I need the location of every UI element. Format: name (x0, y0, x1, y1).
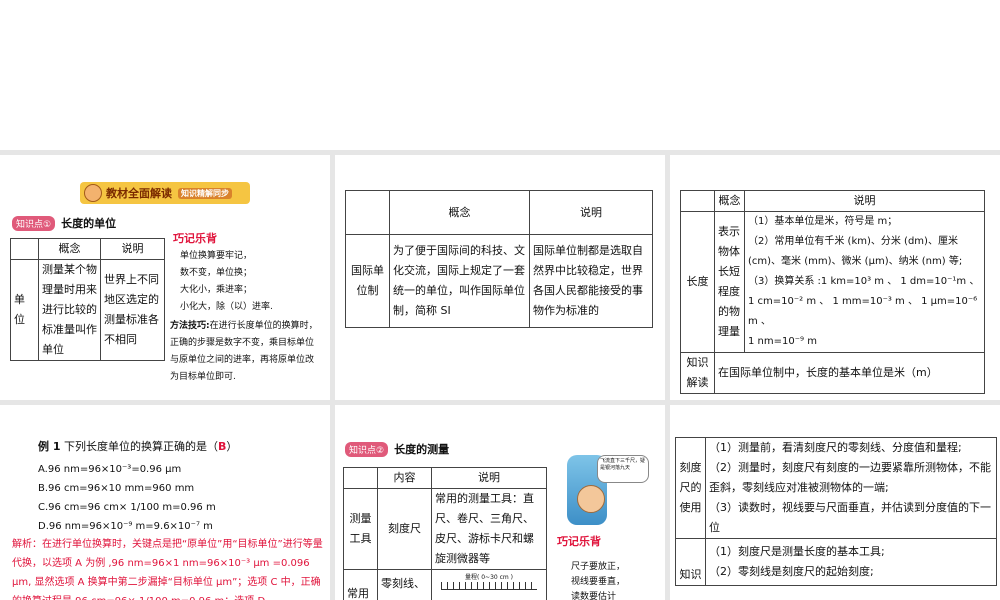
knowledge-line: （1）刻度尺是测量长度的基本工具; (709, 545, 885, 558)
table-header-desc: 说明 (431, 467, 547, 489)
analysis-text: 解析：在进行单位换算时，关键点是把“原单位”用“目标单位”进行等量代换，以选项 … (12, 539, 323, 600)
row-label: 测量工具 (343, 488, 378, 570)
concept-cell: 表示物体长短程度的物理量 (714, 211, 745, 353)
option-d: D.96 nm=96×10⁻⁹ m=9.6×10⁻⁷ m (38, 521, 213, 532)
mnemonic-line: 小化大，除（以）进率. (180, 302, 273, 312)
tool-desc-cell: 常用的测量工具：直尺、卷尺、三角尺、皮尺、游标卡尺和螺旋测微器等 (431, 488, 547, 570)
concept-cell: 测量某个物理量时用来进行比较的标准量叫作单位 (38, 259, 101, 361)
knowledge-line: （2）零刻线是刻度尺的起始刻度; (709, 565, 874, 578)
mnemonic-line: 尺子要放正， (571, 562, 626, 572)
row-label: 国际单位制 (345, 234, 390, 328)
row2-label: 知识 (675, 538, 706, 586)
units-table: 概念 说明 单位 测量某个物理量时用来进行比较的标准量叫作单位 世界上不同地区选… (10, 238, 165, 361)
mnemonic-title: 巧记乐背 (173, 232, 217, 245)
method-tip: 方法技巧:在进行长度单位的换算时，正确的步骤是数字不变，乘目标单位与原单位之间的… (170, 318, 322, 386)
measurement-table: 内容 说明 测量工具 刻度尺 常用的测量工具：直尺、卷尺、三角尺、皮尺、游标卡尺… (343, 467, 547, 600)
knowledge-point-tag: 知识点② (345, 442, 389, 457)
mnemonic-title: 巧记乐背 (557, 535, 601, 548)
banner-subtitle: 知识精解同步 (178, 187, 232, 199)
example-text: 下列长度单位的换算正确的是（ (63, 440, 218, 453)
mnemonic-line: 读数要估计 (571, 592, 617, 600)
usage-line: （2）测量时，刻度尺有刻度的一边要紧靠所测物体，不能歪斜，零刻线应对准被测物体的… (709, 461, 991, 494)
concept-cell: 为了便于国际间的科技、文化交流，国际上规定了一套统一的单位，叫作国际单位制，简称… (389, 234, 530, 328)
mnemonic-line: 单位换算要牢记， (180, 251, 253, 261)
desc-cell: 世界上不同地区选定的测量标准各不相同 (100, 259, 165, 361)
slide-length-measurement[interactable]: 知识点② 长度的测量 内容 说明 测量工具 刻度尺 常用的测量工具：直尺、卷尺、三… (335, 405, 665, 600)
table-corner (343, 467, 378, 489)
slide-si-units[interactable]: 概念 说明 国际单位制 为了便于国际间的科技、文化交流，国际上规定了一套统一的单… (335, 155, 665, 400)
section-banner: 教材全面解读 知识精解同步 (80, 182, 250, 204)
row-label: 单位 (10, 259, 39, 361)
tool-cell: 刻度尺 (377, 488, 432, 570)
example-close: ） (226, 440, 238, 453)
desc-line: 1 nm=10⁻⁹ m (748, 336, 817, 347)
option-c: C.96 cm=96 cm× 1/100 m=0.96 m (38, 502, 216, 513)
desc-line: （2）常用单位有千米 (km)、分米 (dm)、厘米 (cm)、毫米 (mm)、… (748, 236, 963, 267)
table-corner (345, 190, 390, 235)
example-question: 例 1 下列长度单位的换算正确的是（B） (38, 438, 237, 454)
table-header-content: 内容 (377, 467, 432, 489)
table-header-concept: 概念 (38, 238, 101, 260)
table-header-concept: 概念 (714, 190, 745, 212)
cartoon-avatar-icon (84, 184, 102, 202)
desc-line: 1 cm=10⁻² m 、 1 mm=10⁻³ m 、 1 μm=10⁻⁶ m … (748, 296, 978, 327)
example-label: 例 1 (38, 440, 61, 453)
option-list: A.96 nm=96×10⁻³=0.96 μm B.96 cm=96×10 mm… (38, 460, 216, 536)
slide-length-definition[interactable]: 概念 说明 长度 表示物体长短程度的物理量 （1）基本单位是米，符号是 m； （… (670, 155, 1000, 400)
table-corner (10, 238, 39, 260)
desc-line: （1）基本单位是米，符号是 m； (748, 216, 898, 227)
knowledge-point-heading: 知识点① 长度的单位 (12, 212, 116, 231)
row2-label: 常用 (343, 569, 378, 600)
mnemonic-line: 视线要垂直， (571, 577, 626, 587)
desc-cell: （1）基本单位是米，符号是 m； （2）常用单位有千米 (km)、分米 (dm)… (744, 211, 985, 353)
speech-bubble: 飞流直下三千尺，疑是银河落九天 (597, 455, 649, 483)
knowledge-text: 在国际单位制中，长度的基本单位是米（m） (714, 352, 985, 394)
knowledge-cell: （1）刻度尺是测量长度的基本工具; （2）零刻线是刻度尺的起始刻度; (705, 538, 997, 586)
banner-title: 教材全面解读 (106, 187, 172, 200)
row-label: 刻度尺的使用 (675, 437, 706, 539)
knowledge-point-heading: 知识点② 长度的测量 (345, 438, 449, 457)
ruler-usage-table: 刻度尺的使用 （1）测量前，看清刻度尺的零刻线、分度值和量程; （2）测量时，刻… (675, 437, 997, 586)
table-header-concept: 概念 (389, 190, 530, 235)
mnemonic-lines: 尺子要放正， 视线要垂直， 读数要估计 (571, 560, 625, 600)
table-header-desc: 说明 (529, 190, 653, 235)
usage-line: （1）测量前，看清刻度尺的零刻线、分度值和量程; (709, 441, 962, 454)
table-header-desc: 说明 (100, 238, 165, 260)
slide-ruler-usage[interactable]: 刻度尺的使用 （1）测量前，看清刻度尺的零刻线、分度值和量程; （2）测量时，刻… (670, 405, 1000, 600)
usage-cell: （1）测量前，看清刻度尺的零刻线、分度值和量程; （2）测量时，刻度尺有刻度的一… (705, 437, 997, 539)
knowledge-point-title: 长度的单位 (61, 217, 117, 230)
tip-label: 方法技巧: (170, 321, 210, 331)
table-header-desc: 说明 (744, 190, 985, 212)
row-label: 长度 (680, 211, 715, 353)
option-a: A.96 nm=96×10⁻³=0.96 μm (38, 464, 182, 475)
mnemonic-line: 大化小，乘进率； (180, 285, 253, 295)
top-blank-area (0, 0, 1000, 150)
slide-example-1[interactable]: 例 1 下列长度单位的换算正确的是（B） A.96 nm=96×10⁻³=0.9… (0, 405, 330, 600)
usage-line: （3）读数时，视线要与尺面垂直，并估读到分度值的下一位 (709, 501, 991, 534)
ruler-cell: 量程( 0~30 cm ) (431, 569, 547, 600)
length-table: 概念 说明 长度 表示物体长短程度的物理量 （1）基本单位是米，符号是 m； （… (680, 190, 985, 394)
desc-cell: 国际单位制都是选取自然界中比较稳定，世界各国人民都能接受的事物作为标准的 (529, 234, 653, 328)
mnemonic-lines: 单位换算要牢记， 数不变，单位换； 大化小，乘进率； 小化大，除（以）进率. (180, 248, 273, 316)
table-corner (680, 190, 715, 212)
knowledge-point-title: 长度的测量 (394, 443, 450, 456)
mnemonic-line: 数不变，单位换； (180, 268, 253, 278)
si-table: 概念 说明 国际单位制 为了便于国际间的科技、文化交流，国际上规定了一套统一的单… (345, 190, 653, 328)
knowledge-point-tag: 知识点① (12, 216, 56, 231)
desc-line: （3）换算关系 :1 km=10³ m 、 1 dm=10⁻¹m 、 (748, 276, 980, 287)
row2-cell: 零刻线、 (377, 569, 432, 600)
ruler-caption: 量程( 0~30 cm ) (464, 574, 514, 581)
option-b: B.96 cm=96×10 mm=960 mm (38, 483, 195, 494)
knowledge-label: 知识解读 (680, 352, 715, 394)
boy-cartoon-icon (577, 485, 605, 513)
ruler-scale-icon (441, 582, 537, 590)
slide-length-units[interactable]: 教材全面解读 知识精解同步 知识点① 长度的单位 概念 说明 单位 测量某个物理量… (0, 155, 330, 400)
